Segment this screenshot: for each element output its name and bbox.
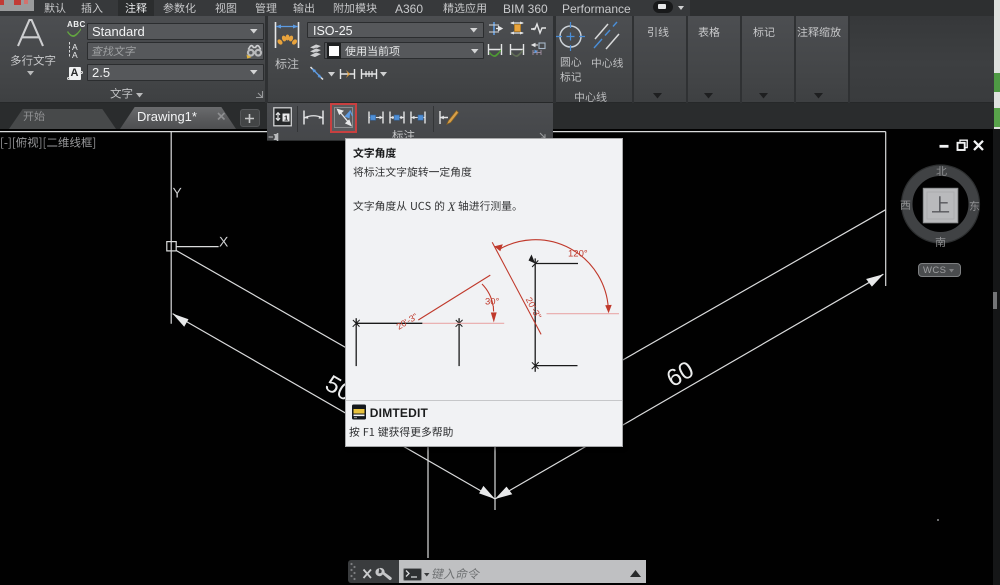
svg-text:20'-3": 20'-3"	[394, 311, 419, 331]
svg-text:30°: 30°	[485, 297, 500, 308]
svg-text:120°: 120°	[568, 249, 588, 260]
svg-text:1: 1	[284, 113, 288, 122]
